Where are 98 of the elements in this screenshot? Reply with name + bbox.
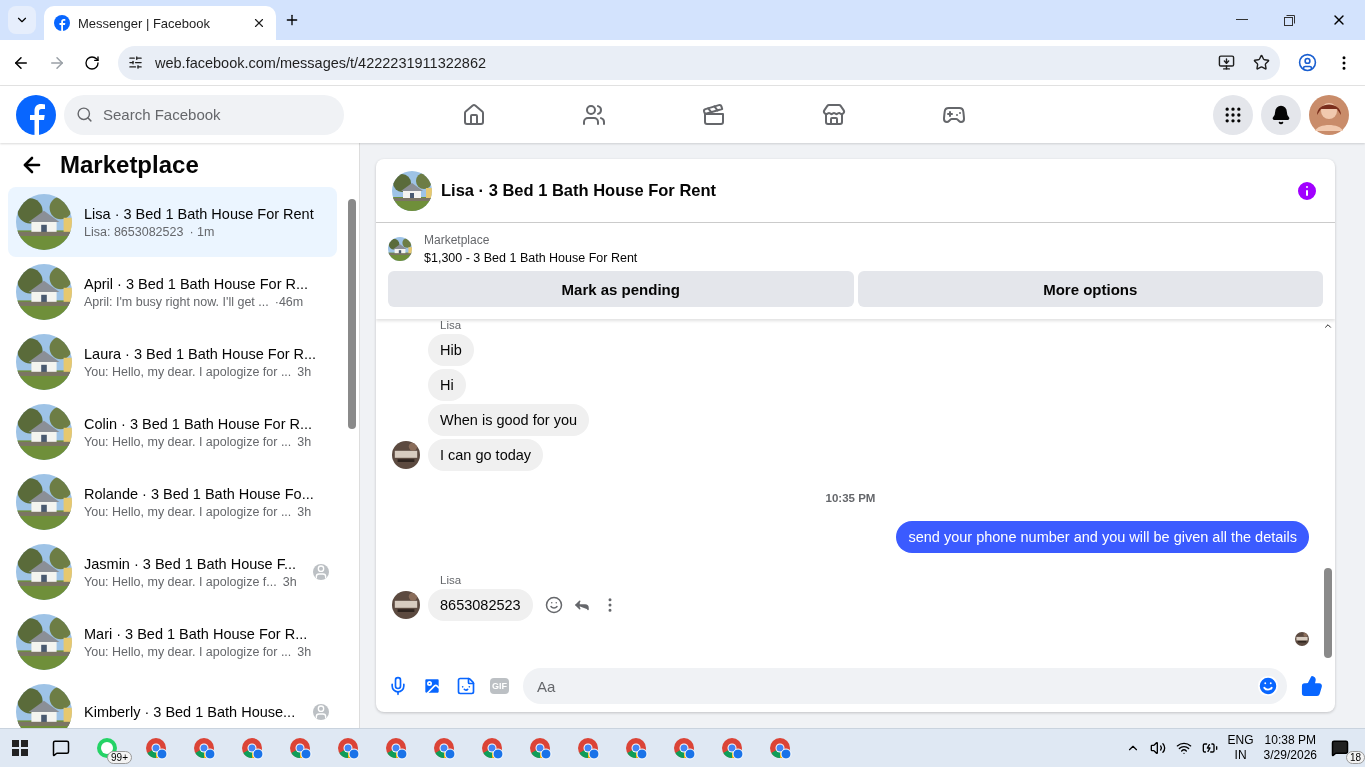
message-bubble: Hi [428, 369, 466, 401]
message-time: 3h [297, 434, 312, 449]
browser-icon[interactable] [480, 736, 504, 760]
message-time: 3h [282, 574, 297, 589]
conversation-item[interactable]: Mari · 3 Bed 1 Bath House For R... You: Hello, my dear. I apologize for ... 3h [8, 607, 337, 677]
message-preview: You: Hello, my dear. I apologize f... [84, 574, 277, 589]
conversation-title: April · 3 Bed 1 Bath House For R... [84, 275, 310, 292]
browser-icon[interactable] [288, 736, 312, 760]
message-bubble: Hib [428, 334, 474, 366]
conversation-title: Laura · 3 Bed 1 Bath House For R... [84, 345, 318, 362]
message-bubble: I can go today [428, 439, 544, 471]
site-settings-icon[interactable] [128, 55, 143, 70]
react-icon[interactable] [544, 596, 563, 614]
battery-icon[interactable] [1201, 740, 1218, 756]
notifications-button[interactable] [1261, 94, 1301, 135]
conversation-item[interactable]: April · 3 Bed 1 Bath House For R... April: I'm busy right now. I'll get ... ·46m [8, 257, 337, 327]
profile-icon[interactable] [1298, 53, 1317, 72]
browser-icon[interactable] [528, 736, 552, 760]
new-tab-icon[interactable] [284, 12, 300, 28]
browser-icon[interactable] [576, 736, 600, 760]
message-preview: April: I'm busy right now. I'll get ... [84, 294, 269, 309]
like-icon[interactable] [1301, 675, 1323, 697]
bookmark-icon[interactable] [1253, 54, 1270, 71]
scrollbar-thumb[interactable] [1324, 568, 1332, 658]
wifi-icon[interactable] [1175, 740, 1192, 756]
conversation-item[interactable]: Lisa · 3 Bed 1 Bath House For Rent Lisa: 8653082523 · 1m [8, 187, 337, 257]
message-bubble: send your phone number and you will be given all the details [896, 521, 1309, 553]
conversation-title: Kimberly · 3 Bed 1 Bath House... [84, 704, 297, 720]
language-indicator[interactable]: ENG IN [1227, 733, 1254, 763]
scroll-up-icon[interactable] [1323, 321, 1333, 331]
browser-icon[interactable] [144, 736, 168, 760]
listing-title[interactable]: $1,300 - 3 Bed 1 Bath House For Rent [424, 251, 638, 265]
message-time: · 1m [189, 224, 215, 239]
facebook-logo[interactable] [16, 94, 56, 135]
browser-icon[interactable] [192, 736, 216, 760]
url-text[interactable]: web.facebook.com/messages/t/4222231911322862 [155, 54, 487, 71]
search-bar[interactable]: Search Facebook [64, 94, 344, 135]
listing-label: Marketplace [424, 233, 491, 247]
conversation-item[interactable]: Jasmin · 3 Bed 1 Bath House F... You: Hello, my dear. I apologize f... 3h [8, 537, 337, 607]
more-options-button[interactable]: More options [857, 271, 1323, 307]
browser-icon[interactable] [672, 736, 696, 760]
browser-icon[interactable] [768, 736, 792, 760]
browser-icon[interactable] [720, 736, 744, 760]
conversation-title: Colin · 3 Bed 1 Bath House For R... [84, 415, 314, 432]
profile-avatar[interactable] [1309, 94, 1349, 135]
sender-name: Lisa [440, 574, 463, 586]
bell-icon[interactable] [1271, 104, 1291, 125]
conversation-title: Rolande · 3 Bed 1 Bath House Fo... [84, 485, 315, 502]
restore-icon[interactable] [1284, 14, 1295, 26]
message-time: ·46m [274, 294, 304, 309]
search-icon [76, 106, 93, 123]
message-preview: You: Hello, my dear. I apologize for ... [84, 434, 292, 449]
minimize-icon[interactable] [1236, 19, 1248, 21]
scrollbar-thumb[interactable] [348, 199, 356, 429]
conversation-item[interactable]: Laura · 3 Bed 1 Bath House For R... You: Hello, my dear. I apologize for ... 3h [8, 327, 337, 397]
message-preview: You: Hello, my dear. I apologize for ... [84, 504, 292, 519]
emoji-icon[interactable] [1257, 675, 1279, 697]
message-preview: You: Hello, my dear. I apologize for ... [84, 644, 292, 659]
sender-name: Lisa [440, 319, 463, 331]
notification-count: 18 [1345, 751, 1365, 764]
tab-title: Messenger | Facebook [78, 15, 211, 31]
chat-title: Lisa · 3 Bed 1 Bath House For Rent [441, 181, 718, 200]
conversation-item[interactable]: Colin · 3 Bed 1 Bath House For R... You: Hello, my dear. I apologize for ... 3h [8, 397, 337, 467]
conversation-title: Mari · 3 Bed 1 Bath House For R... [84, 625, 309, 642]
sidebar-title: Marketplace [60, 151, 199, 179]
message-preview: Lisa: 8653082523 [84, 224, 184, 239]
unread-badge: 99+ [107, 751, 132, 764]
browser-icon[interactable] [336, 736, 360, 760]
browser-icon[interactable] [624, 736, 648, 760]
microphone-icon[interactable] [388, 676, 408, 696]
facebook-icon [54, 15, 70, 31]
mark-pending-button[interactable]: Mark as pending [388, 271, 854, 307]
close-icon[interactable] [252, 16, 266, 30]
volume-icon[interactable] [1149, 740, 1166, 756]
reload-icon[interactable] [84, 54, 100, 71]
clock[interactable]: 10:38 PM 3/29/2026 [1263, 733, 1317, 763]
message-time: 3h [297, 644, 312, 659]
message-composer[interactable]: Aa [523, 668, 1287, 704]
install-icon[interactable] [1218, 54, 1235, 71]
message-preview: You: Hello, my dear. I apologize for ... [84, 364, 292, 379]
search-input[interactable]: Search Facebook [101, 105, 301, 124]
message-time: 3h [297, 504, 312, 519]
timestamp: 10:35 PM [825, 492, 876, 504]
browser-icon[interactable] [432, 736, 456, 760]
message-bubble: When is good for you [428, 404, 590, 436]
conversation-item[interactable]: Rolande · 3 Bed 1 Bath House Fo... You: Hello, my dear. I apologize for ... 3h [8, 467, 337, 537]
message-time: 3h [297, 364, 312, 379]
browser-icon[interactable] [384, 736, 408, 760]
conversation-title: Jasmin · 3 Bed 1 Bath House F... [84, 555, 297, 572]
image-icon[interactable] [422, 676, 442, 696]
browser-tab[interactable]: Messenger | Facebook [44, 6, 276, 40]
conversation-title: Lisa · 3 Bed 1 Bath House For Rent [84, 205, 315, 222]
windows-icon[interactable] [12, 740, 28, 756]
sticker-icon[interactable] [456, 676, 476, 696]
browser-icon[interactable] [240, 736, 264, 760]
message-input[interactable]: Aa [535, 676, 1257, 696]
apps-button[interactable] [1213, 94, 1253, 135]
message-bubble: 8653082523 [428, 589, 533, 621]
